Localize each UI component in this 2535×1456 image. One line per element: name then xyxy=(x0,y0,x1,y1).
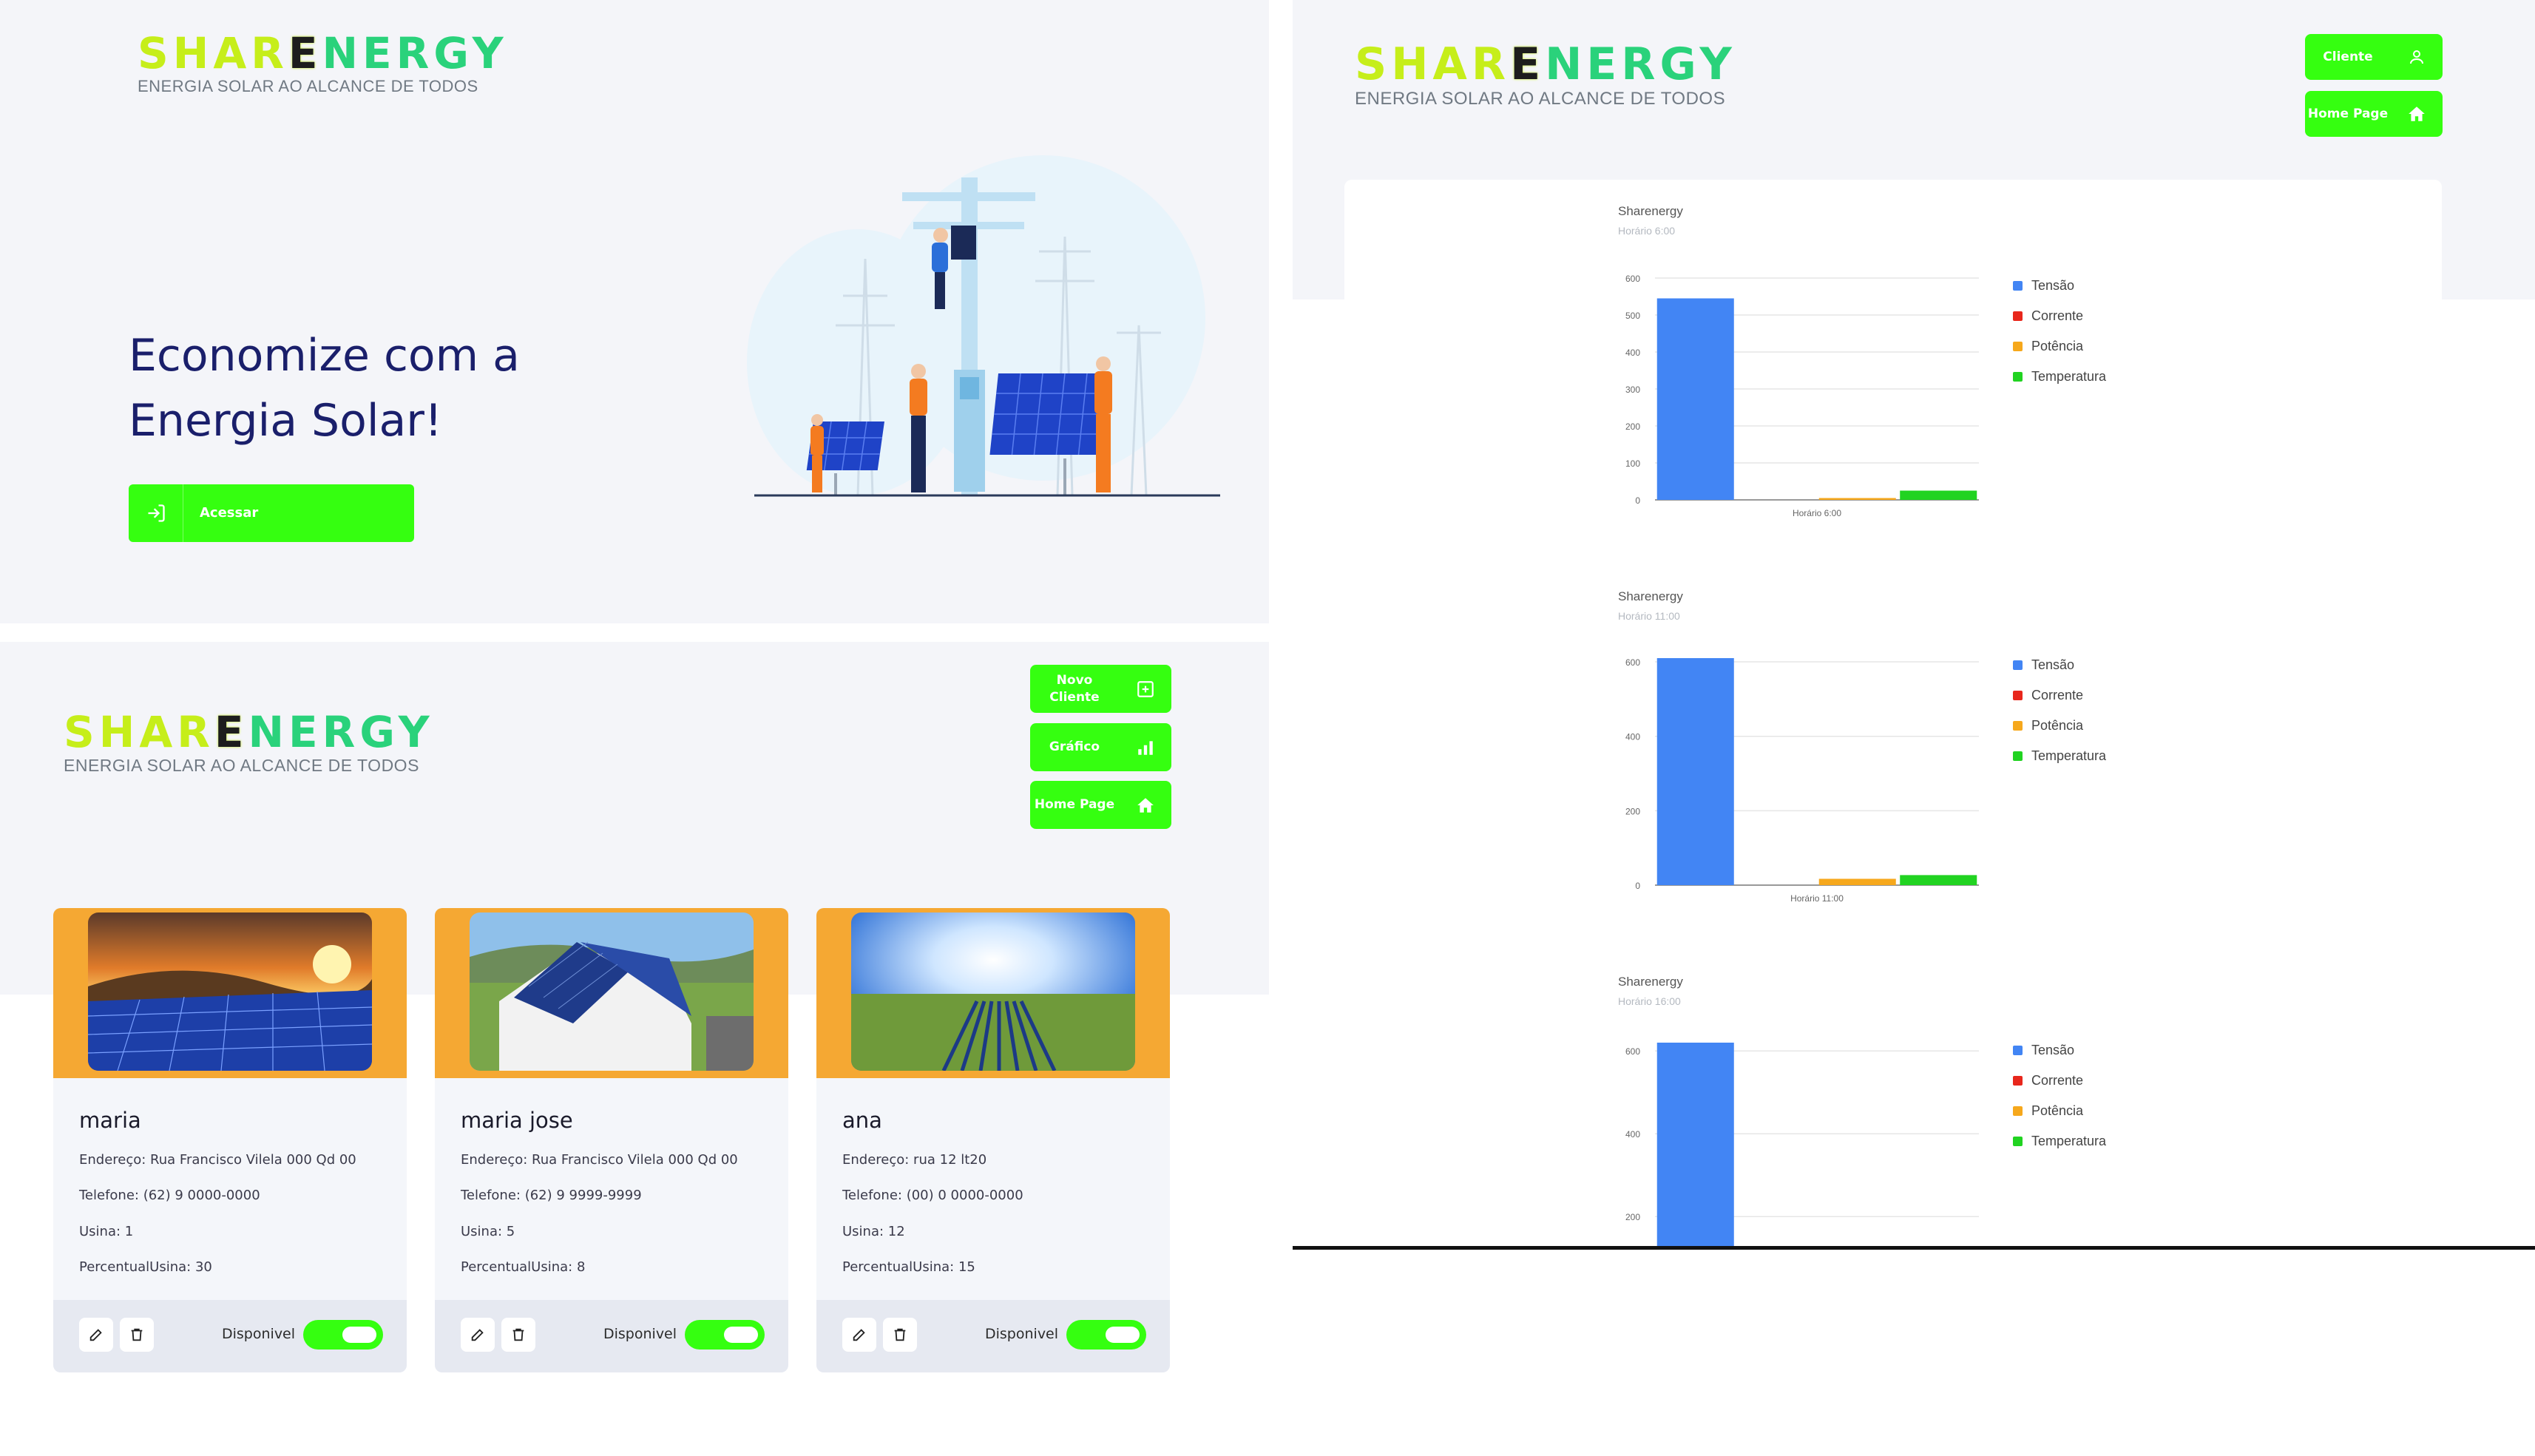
bar-tensao[interactable] xyxy=(1656,1043,1734,1246)
y-tick-label: 400 xyxy=(1625,1129,1640,1140)
charts-window-bottom-border xyxy=(1293,1246,2535,1250)
legend-item-corrente: Corrente xyxy=(2013,1066,2106,1096)
legend-label: Tensão xyxy=(2031,1043,2075,1057)
legend-swatch xyxy=(2013,1046,2023,1055)
chart-plot-16h: 200 400 600 xyxy=(1625,1043,1979,1246)
legend-label: Temperatura xyxy=(2031,1134,2107,1148)
legend-swatch xyxy=(2013,1137,2023,1146)
legend-label: Potência xyxy=(2031,1103,2084,1118)
legend-label: Corrente xyxy=(2031,1073,2084,1088)
legend-swatch xyxy=(2013,1076,2023,1086)
chart-legend: Tensão Corrente Potência Temperatura xyxy=(2013,1035,2106,1157)
legend-swatch xyxy=(2013,1106,2023,1116)
legend-item-tensao: Tensão xyxy=(2013,1035,2106,1066)
legend-item-temperatura: Temperatura xyxy=(2013,1126,2106,1157)
y-tick-label: 200 xyxy=(1625,1212,1640,1222)
legend-item-potencia: Potência xyxy=(2013,1096,2106,1126)
y-tick-label: 600 xyxy=(1625,1046,1640,1057)
